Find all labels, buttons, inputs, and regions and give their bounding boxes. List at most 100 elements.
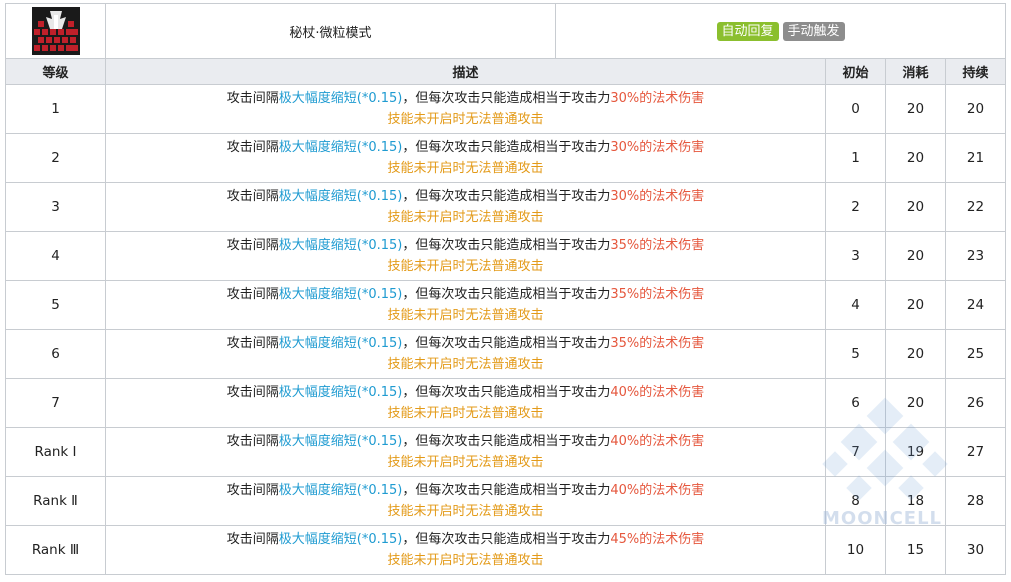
desc-d-d: 40%的法术伤害 [610,434,705,449]
cell-cost: 20 [885,329,946,379]
cell-duration: 23 [944,231,1007,281]
cell-cost: 20 [885,84,946,134]
desc-d-a: 攻击间隔 [226,434,279,449]
cell-level: Rank Ⅲ [5,525,106,575]
cell-duration: 20 [944,84,1007,134]
cell-description: 攻击间隔极大幅度缩短(*0.15)，但每次攻击只能造成相当于攻击力45%的法术伤… [105,525,826,575]
desc-d-c: ，但每次攻击只能造成相当于攻击力 [402,287,611,302]
desc-d-a: 攻击间隔 [226,91,279,106]
cell-level: Rank Ⅰ [5,427,106,477]
cell-description: 攻击间隔极大幅度缩短(*0.15)，但每次攻击只能造成相当于攻击力35%的法术伤… [105,280,826,330]
desc-d-b: 极大幅度缩短(*0.15) [278,532,403,547]
watermark-text: MOONCELL [821,508,943,529]
cell-level: 7 [5,378,106,428]
description-line-2: 技能未开启时无法普通攻击 [387,308,544,323]
desc-d-b: 极大幅度缩短(*0.15) [278,336,403,351]
description-line-1: 攻击间隔极大幅度缩短(*0.15)，但每次攻击只能造成相当于攻击力40%的法术伤… [106,480,825,501]
cell-level: 4 [5,231,106,281]
cell-initial: 2 [825,182,886,232]
description-line-2: 技能未开启时无法普通攻击 [387,161,544,176]
description-line-2: 技能未开启时无法普通攻击 [387,210,544,225]
table-row: 5 攻击间隔极大幅度缩短(*0.15)，但每次攻击只能造成相当于攻击力35%的法术… [5,280,1007,330]
description-line-1: 攻击间隔极大幅度缩短(*0.15)，但每次攻击只能造成相当于攻击力30%的法术伤… [106,88,825,109]
desc-d-a: 攻击间隔 [226,336,279,351]
skill-table-page: 秘杖·微粒模式 自动回复 手动触发 等级 描述 初始 消耗 持续 1 攻击间隔极大幅度… [0,0,1011,582]
col-level: 等级 [5,58,106,85]
desc-d-a: 攻击间隔 [226,189,279,204]
desc-d-a: 攻击间隔 [226,385,279,400]
desc-d-d: 40%的法术伤害 [610,483,705,498]
cell-initial: 4 [825,280,886,330]
skill-icon-red-black [31,7,80,55]
cell-initial: 3 [825,231,886,281]
cell-duration: 28 [944,476,1007,526]
desc-d-c: ，但每次攻击只能造成相当于攻击力 [402,336,611,351]
description-line-1: 攻击间隔极大幅度缩短(*0.15)，但每次攻击只能造成相当于攻击力35%的法术伤… [106,235,825,256]
description-line-2: 技能未开启时无法普通攻击 [387,259,544,274]
desc-d-c: ，但每次攻击只能造成相当于攻击力 [402,434,611,449]
desc-d-b: 极大幅度缩短(*0.15) [278,238,403,253]
cell-description: 攻击间隔极大幅度缩短(*0.15)，但每次攻击只能造成相当于攻击力35%的法术伤… [105,329,826,379]
desc-d-d: 45%的法术伤害 [610,532,705,547]
cell-initial: 5 [825,329,886,379]
cell-duration: 30 [944,525,1007,575]
cell-cost: 15 [885,525,946,575]
desc-d-d: 30%的法术伤害 [610,91,705,106]
desc-d-c: ，但每次攻击只能造成相当于攻击力 [402,483,611,498]
cell-description: 攻击间隔极大幅度缩短(*0.15)，但每次攻击只能造成相当于攻击力30%的法术伤… [105,182,826,232]
desc-d-c: ，但每次攻击只能造成相当于攻击力 [402,238,611,253]
cell-cost: 20 [885,231,946,281]
skill-header-row: 秘杖·微粒模式 自动回复 手动触发 [5,3,1007,59]
desc-d-d: 35%的法术伤害 [610,287,705,302]
cell-level: 1 [5,84,106,134]
desc-d-d: 40%的法术伤害 [610,385,705,400]
desc-d-d: 30%的法术伤害 [610,189,705,204]
desc-d-c: ，但每次攻击只能造成相当于攻击力 [402,385,611,400]
cell-description: 攻击间隔极大幅度缩短(*0.15)，但每次攻击只能造成相当于攻击力30%的法术伤… [105,133,826,183]
cell-cost: 20 [885,280,946,330]
desc-d-c: ，但每次攻击只能造成相当于攻击力 [402,140,611,155]
table-row: 7 攻击间隔极大幅度缩短(*0.15)，但每次攻击只能造成相当于攻击力40%的法术… [5,378,1007,428]
cell-cost: 20 [885,133,946,183]
cell-initial: 1 [825,133,886,183]
cell-initial: 10 [825,525,886,575]
cell-cost: 19 [885,427,946,477]
description-line-1: 攻击间隔极大幅度缩短(*0.15)，但每次攻击只能造成相当于攻击力35%的法术伤… [106,284,825,305]
desc-d-a: 攻击间隔 [226,140,279,155]
cell-description: 攻击间隔极大幅度缩短(*0.15)，但每次攻击只能造成相当于攻击力40%的法术伤… [105,476,826,526]
skill-name-cell: 秘杖·微粒模式 [105,3,556,59]
desc-d-a: 攻击间隔 [226,238,279,253]
desc-d-a: 攻击间隔 [226,287,279,302]
skill-tags-cell: 自动回复 手动触发 [554,3,1007,59]
cell-duration: 27 [944,427,1007,477]
desc-d-c: ，但每次攻击只能造成相当于攻击力 [402,189,611,204]
desc-d-a: 攻击间隔 [226,532,279,547]
table-row: 6 攻击间隔极大幅度缩短(*0.15)，但每次攻击只能造成相当于攻击力35%的法术… [5,329,1007,379]
cell-cost: 20 [885,378,946,428]
cell-description: 攻击间隔极大幅度缩短(*0.15)，但每次攻击只能造成相当于攻击力30%的法术伤… [105,84,826,134]
cell-level: 6 [5,329,106,379]
desc-d-c: ，但每次攻击只能造成相当于攻击力 [402,532,611,547]
cell-duration: 21 [944,133,1007,183]
description-line-1: 攻击间隔极大幅度缩短(*0.15)，但每次攻击只能造成相当于攻击力35%的法术伤… [106,333,825,354]
cell-duration: 25 [944,329,1007,379]
cell-duration: 24 [944,280,1007,330]
table-row: Rank Ⅲ 攻击间隔极大幅度缩短(*0.15)，但每次攻击只能造成相当于攻击力4… [5,525,1007,575]
skill-name: 秘杖·微粒模式 [289,25,372,41]
col-duration: 持续 [944,58,1007,85]
table-row: 1 攻击间隔极大幅度缩短(*0.15)，但每次攻击只能造成相当于攻击力30%的法术… [5,84,1007,134]
cell-level: 5 [5,280,106,330]
description-line-1: 攻击间隔极大幅度缩短(*0.15)，但每次攻击只能造成相当于攻击力30%的法术伤… [106,137,825,158]
col-cost: 消耗 [885,58,946,85]
description-line-1: 攻击间隔极大幅度缩短(*0.15)，但每次攻击只能造成相当于攻击力40%的法术伤… [106,431,825,452]
description-line-2: 技能未开启时无法普通攻击 [387,553,544,568]
cell-initial: 0 [825,84,886,134]
desc-d-d: 30%的法术伤害 [610,140,705,155]
cell-description: 攻击间隔极大幅度缩短(*0.15)，但每次攻击只能造成相当于攻击力40%的法术伤… [105,378,826,428]
description-line-2: 技能未开启时无法普通攻击 [387,504,544,519]
table-row: 2 攻击间隔极大幅度缩短(*0.15)，但每次攻击只能造成相当于攻击力30%的法术… [5,133,1007,183]
desc-d-b: 极大幅度缩短(*0.15) [278,483,403,498]
description-line-2: 技能未开启时无法普通攻击 [387,357,544,372]
description-line-1: 攻击间隔极大幅度缩短(*0.15)，但每次攻击只能造成相当于攻击力30%的法术伤… [106,186,825,207]
table-row: Rank Ⅰ 攻击间隔极大幅度缩短(*0.15)，但每次攻击只能造成相当于攻击力4… [5,427,1007,477]
